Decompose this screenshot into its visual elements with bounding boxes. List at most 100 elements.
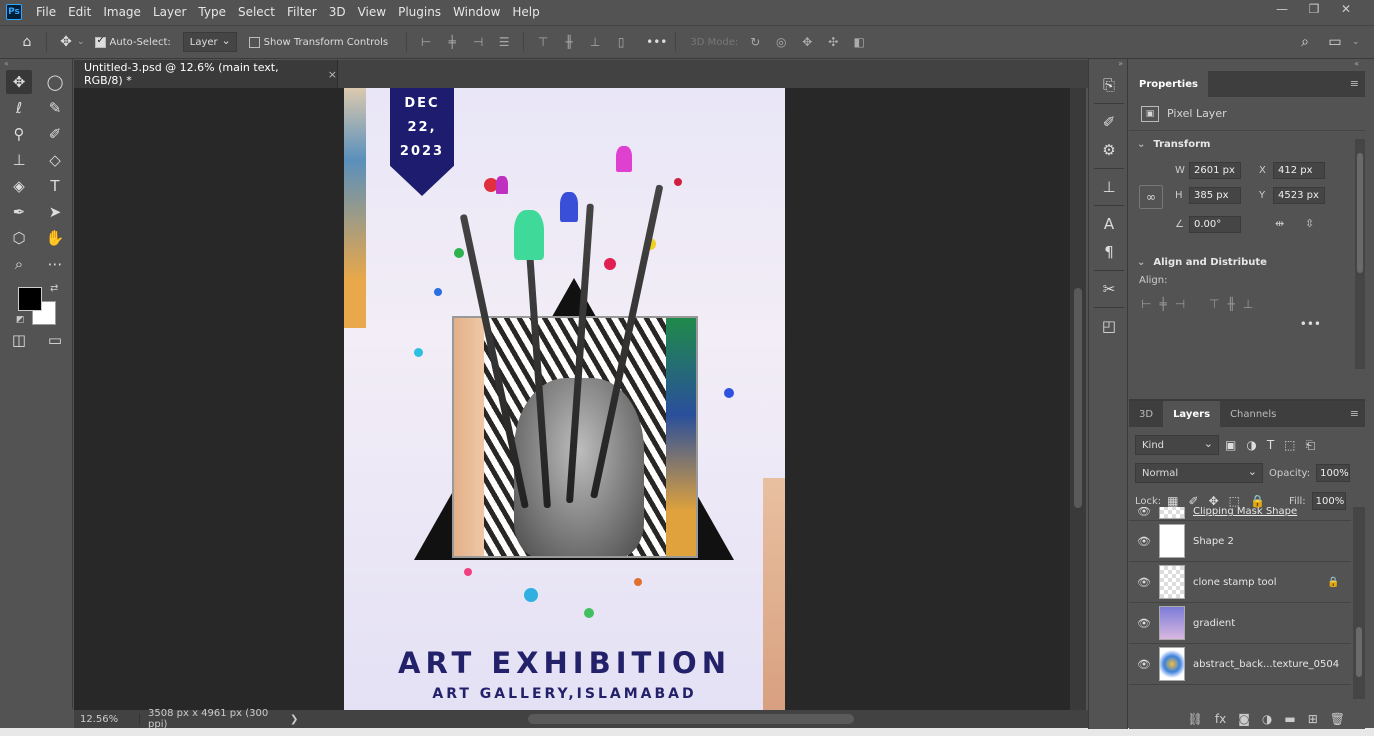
type-tool-icon[interactable]: T	[42, 174, 68, 198]
tab-properties[interactable]: Properties	[1129, 71, 1208, 97]
workspace-icon[interactable]: ▭	[1324, 31, 1346, 53]
lock-all-icon[interactable]: 🔒	[1250, 494, 1265, 508]
minimize-button[interactable]: —	[1266, 2, 1298, 16]
more-align-options[interactable]: •••	[1129, 317, 1365, 337]
chevron-down-icon[interactable]: ⌄	[77, 37, 85, 47]
layer-row[interactable]: 👁 Shape 2	[1129, 521, 1351, 562]
visibility-eye-icon[interactable]: 👁	[1129, 535, 1159, 548]
new-layer-icon[interactable]: ⊞	[1308, 712, 1318, 726]
restore-button[interactable]: ❐	[1298, 2, 1330, 16]
shape-tool-icon[interactable]: ⬡	[6, 226, 32, 250]
visibility-eye-icon[interactable]: 👁	[1129, 617, 1159, 630]
filter-shape-icon[interactable]: ⬚	[1284, 438, 1295, 453]
y-input[interactable]: 4523 px	[1273, 186, 1325, 204]
quick-mask-icon[interactable]: ◫	[6, 328, 32, 352]
move-tool-icon[interactable]: ✥	[55, 31, 77, 53]
auto-select-checkbox[interactable]	[94, 35, 106, 48]
filter-pixel-icon[interactable]: ▣	[1225, 438, 1236, 453]
show-transform-controls-checkbox[interactable]	[248, 36, 260, 48]
panel-menu-icon[interactable]: ≡	[1350, 77, 1359, 90]
layer-row[interactable]: 👁 gradient	[1129, 603, 1351, 644]
collapse-icon[interactable]: «	[0, 59, 72, 69]
filter-type-icon[interactable]: T	[1267, 438, 1274, 453]
menu-file[interactable]: File	[32, 5, 64, 19]
character-icon[interactable]: A	[1089, 210, 1129, 238]
align-left-icon[interactable]: ⊢	[415, 31, 437, 53]
quick-selection-icon[interactable]: ✎	[42, 96, 68, 120]
move-tool-icon[interactable]: ✥	[6, 70, 32, 94]
hand-tool-icon[interactable]: ✋	[42, 226, 68, 250]
default-colors-icon[interactable]: ◩	[16, 315, 25, 325]
menu-3d[interactable]: 3D	[325, 5, 354, 19]
menu-type[interactable]: Type	[194, 5, 234, 19]
brush-tool-icon[interactable]: ✐	[42, 122, 68, 146]
visibility-eye-icon[interactable]: 👁	[1129, 576, 1159, 589]
align-bottom-icon[interactable]: ⊥	[1243, 297, 1253, 311]
link-dimensions-icon[interactable]: ∞	[1139, 185, 1163, 209]
menu-select[interactable]: Select	[234, 5, 283, 19]
tools-icon[interactable]: ✂	[1089, 275, 1129, 303]
status-menu-arrow[interactable]: ❯	[290, 714, 298, 725]
new-group-icon[interactable]: ▬	[1284, 712, 1295, 726]
elliptical-marquee-icon[interactable]: ◯	[42, 70, 68, 94]
foreground-color[interactable]	[18, 287, 42, 311]
layer-effects-icon[interactable]: fx	[1215, 712, 1226, 726]
eraser-icon[interactable]: ◇	[42, 148, 68, 172]
height-input[interactable]: 385 px	[1189, 186, 1241, 204]
collapse-icon[interactable]: »	[1089, 59, 1127, 71]
layers-scrollbar[interactable]	[1353, 507, 1365, 699]
document-tab[interactable]: Untitled-3.psd @ 12.6% (main text, RGB/8…	[74, 60, 338, 88]
align-center-icon[interactable]: ╪	[1159, 297, 1166, 311]
menu-help[interactable]: Help	[508, 5, 547, 19]
link-layers-icon[interactable]: ⛓	[1188, 712, 1203, 726]
align-top-icon[interactable]: ⊤	[532, 31, 554, 53]
align-middle-icon[interactable]: ╫	[558, 31, 580, 53]
lock-transparency-icon[interactable]: ▦	[1167, 494, 1178, 508]
visibility-eye-icon[interactable]: 👁	[1129, 658, 1159, 671]
layer-row[interactable]: 👁 clone stamp tool 🔒	[1129, 562, 1351, 603]
clone-source-icon[interactable]: ⊥	[1089, 173, 1129, 201]
blend-mode-dropdown[interactable]: Normal	[1135, 463, 1263, 483]
filter-kind-dropdown[interactable]: Kind	[1135, 435, 1219, 455]
lock-position-icon[interactable]: ✥	[1209, 494, 1219, 508]
more-tools-icon[interactable]: ⋯	[42, 252, 68, 276]
menu-window[interactable]: Window	[449, 5, 508, 19]
auto-select-target-dropdown[interactable]: Layer	[182, 32, 237, 52]
eyedropper-icon[interactable]: ⚲	[6, 122, 32, 146]
align-right-icon[interactable]: ⊣	[467, 31, 489, 53]
align-right-icon[interactable]: ⊣	[1175, 297, 1185, 311]
transform-section-header[interactable]: ⌄ Transform	[1129, 131, 1365, 157]
roll-3d-icon[interactable]: ◎	[770, 31, 792, 53]
align-left-icon[interactable]: ⊢	[1141, 297, 1151, 311]
path-selection-icon[interactable]: ➤	[42, 200, 68, 224]
zoom-tool-icon[interactable]: ⌕	[6, 252, 32, 276]
lasso-tool-icon[interactable]: ℓ	[6, 96, 32, 120]
width-input[interactable]: 2601 px	[1189, 161, 1241, 179]
adjustment-layer-icon[interactable]: ◑	[1262, 712, 1272, 726]
align-section-header[interactable]: ⌄ Align and Distribute	[1129, 249, 1365, 275]
libraries-icon[interactable]: ◰	[1089, 312, 1129, 340]
tab-layers[interactable]: Layers	[1163, 401, 1221, 427]
lock-artboard-icon[interactable]: ⬚	[1229, 494, 1240, 508]
pan-3d-icon[interactable]: ✥	[796, 31, 818, 53]
screen-mode-icon[interactable]: ▭	[42, 328, 68, 352]
filter-adjustment-icon[interactable]: ◑	[1246, 438, 1256, 453]
paragraph-icon[interactable]: ¶	[1089, 238, 1129, 266]
paint-bucket-icon[interactable]: ◈	[6, 174, 32, 198]
properties-scrollbar[interactable]	[1355, 139, 1365, 369]
menu-edit[interactable]: Edit	[64, 5, 99, 19]
close-tab-icon[interactable]: ×	[328, 68, 337, 81]
angle-input[interactable]: 0.00°	[1189, 215, 1241, 233]
menu-image[interactable]: Image	[99, 5, 149, 19]
scrollbar-thumb[interactable]	[1074, 288, 1082, 508]
brush-settings-icon[interactable]: ✐	[1089, 108, 1129, 136]
align-bottom-icon[interactable]: ⊥	[584, 31, 606, 53]
search-icon[interactable]: ⌕	[1294, 31, 1316, 53]
horizontal-scrollbar-thumb[interactable]	[528, 714, 854, 724]
home-icon[interactable]: ⌂	[16, 31, 38, 53]
flip-horizontal-icon[interactable]: ⇹	[1275, 217, 1284, 230]
pen-tool-icon[interactable]: ✒	[6, 200, 32, 224]
zoom-level[interactable]: 12.56%	[74, 713, 140, 725]
delete-layer-icon[interactable]: 🗑	[1330, 712, 1345, 726]
distribute-vertical-icon[interactable]: ▯	[610, 31, 632, 53]
